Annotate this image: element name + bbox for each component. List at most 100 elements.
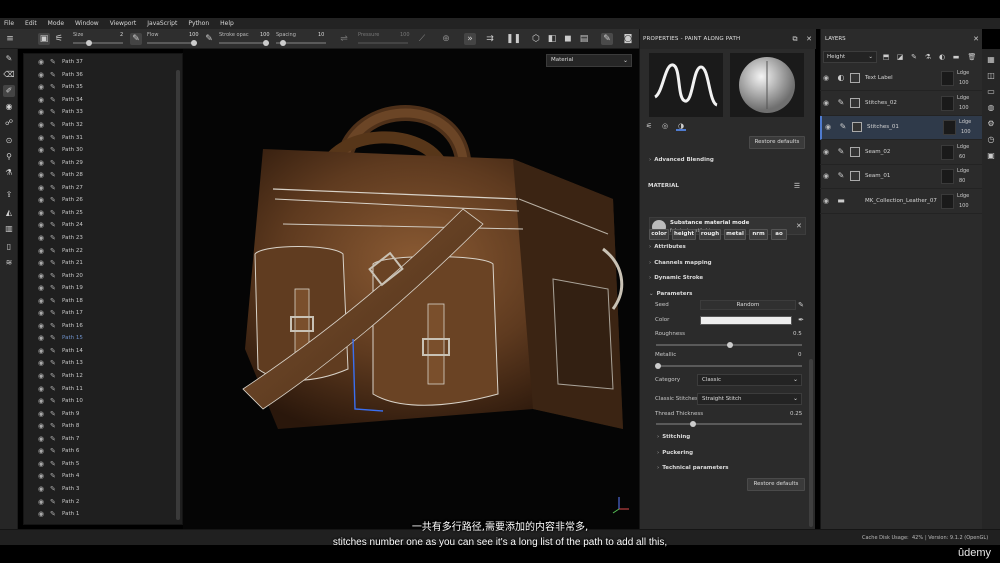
- path-list-item[interactable]: ◉ ✎ Path 8: [24, 420, 176, 433]
- cube-icon[interactable]: ⬡: [530, 33, 542, 45]
- remove-material-icon[interactable]: ✕: [796, 222, 802, 230]
- add-layer-icon[interactable]: ⬒: [881, 52, 891, 62]
- menu-file[interactable]: File: [4, 20, 14, 27]
- eye-icon[interactable]: ◉: [823, 197, 829, 205]
- path-list-item[interactable]: ◉ ✎ Path 6: [24, 445, 176, 458]
- channel-chip-height[interactable]: height: [672, 229, 696, 240]
- brush-icon[interactable]: ✎: [50, 121, 59, 129]
- menu-viewport[interactable]: Viewport: [110, 20, 137, 27]
- geometry-mask-icon[interactable]: ◭: [3, 207, 15, 219]
- brush-icon[interactable]: ✎: [50, 485, 59, 493]
- eye-icon[interactable]: ◉: [38, 385, 47, 393]
- path-list-item[interactable]: ◉ ✎ Path 19: [24, 282, 176, 295]
- dynamic-stroke-section[interactable]: › Dynamic Stroke: [649, 275, 703, 281]
- path-list-item[interactable]: ◉ ✎ Path 36: [24, 69, 176, 82]
- projection-tool-icon[interactable]: ✐: [3, 85, 15, 97]
- brush-icon[interactable]: ✎: [50, 359, 59, 367]
- eye-icon[interactable]: ◉: [38, 134, 47, 142]
- brush-icon[interactable]: ✎: [50, 96, 59, 104]
- eye-icon[interactable]: ◉: [38, 347, 47, 355]
- brush-icon[interactable]: ✎: [50, 234, 59, 242]
- brush-icon[interactable]: ✎: [50, 247, 59, 255]
- float-panel-icon[interactable]: ⧉: [790, 34, 800, 44]
- layer-blend-mode[interactable]: Ldge: [957, 70, 969, 76]
- menu-help[interactable]: Help: [220, 20, 234, 27]
- path-list-item[interactable]: ◉ ✎ Path 20: [24, 269, 176, 282]
- path-list-item[interactable]: ◉ ✎ Path 27: [24, 182, 176, 195]
- settings-sliders-icon[interactable]: ⚟: [53, 33, 65, 45]
- eye-icon[interactable]: ◉: [38, 422, 47, 430]
- eye-icon[interactable]: ◉: [823, 148, 829, 156]
- channels-mapping-section[interactable]: › Channels mapping: [649, 260, 712, 266]
- camera-icon[interactable]: ◼: [562, 33, 574, 45]
- uv-tool-icon[interactable]: ▥: [3, 223, 15, 235]
- symmetry-icon[interactable]: ▣: [38, 33, 50, 45]
- layer-thumbnail[interactable]: [941, 193, 954, 209]
- layer-blend-mode[interactable]: Ldge: [957, 95, 969, 101]
- layers-dock-icon[interactable]: ◫: [986, 71, 996, 81]
- path-list-item[interactable]: ◉ ✎ Path 14: [24, 345, 176, 358]
- eye-icon[interactable]: ◉: [38, 71, 47, 79]
- path-list-item[interactable]: ◉ ✎ Path 26: [24, 194, 176, 207]
- path-list-item[interactable]: ◉ ✎ Path 15: [24, 332, 176, 345]
- restore-defaults-button[interactable]: Restore defaults: [749, 136, 805, 149]
- path-list-item[interactable]: ◉ ✎ Path 17: [24, 307, 176, 320]
- layer-row[interactable]: ◉ ✎ Seam_01 Ldge 80: [820, 165, 982, 189]
- picker-tool-icon[interactable]: ⚲: [3, 151, 15, 163]
- eye-icon[interactable]: ◉: [38, 498, 47, 506]
- eye-icon[interactable]: ◉: [38, 209, 47, 217]
- layer-blend-mode[interactable]: Ldge: [957, 168, 969, 174]
- eye-icon[interactable]: ◉: [38, 272, 47, 280]
- technical-parameters-section[interactable]: › Technical parameters: [657, 465, 729, 471]
- brush-icon[interactable]: ✎: [50, 447, 59, 455]
- layer-row[interactable]: ◉ ✎ Seam_02 Ldge 60: [820, 141, 982, 165]
- size-slider-knob[interactable]: [86, 40, 93, 46]
- layer-thumbnail[interactable]: [941, 144, 954, 160]
- brush-icon[interactable]: ✎: [50, 272, 59, 280]
- size-slider[interactable]: [73, 40, 123, 46]
- path-list-item[interactable]: ◉ ✎ Path 30: [24, 144, 176, 157]
- eye-icon[interactable]: ◉: [38, 221, 47, 229]
- stroke-pen-icon[interactable]: ✎: [203, 33, 215, 45]
- document-icon[interactable]: ▯: [3, 241, 15, 253]
- eye-icon[interactable]: ◉: [38, 146, 47, 154]
- display-icon[interactable]: ▤: [578, 33, 590, 45]
- layer-row[interactable]: ◉ ✎ Stitches_02 Ldge 100: [820, 92, 982, 116]
- eye-icon[interactable]: ◉: [38, 96, 47, 104]
- category-dropdown[interactable]: Classic ⌄: [697, 374, 802, 386]
- close-icon[interactable]: ✕: [971, 34, 981, 44]
- flow-slider-knob[interactable]: [191, 40, 197, 46]
- layer-mask-thumbnail[interactable]: [850, 97, 860, 108]
- layer-mask-thumbnail[interactable]: [850, 171, 860, 181]
- alpha-tab-icon[interactable]: ◎: [660, 121, 670, 131]
- perspective-icon[interactable]: ◧: [546, 33, 558, 45]
- eye-icon[interactable]: ◉: [38, 472, 47, 480]
- eye-icon[interactable]: ◉: [825, 123, 831, 131]
- pressure-slider[interactable]: [358, 42, 408, 44]
- layer-opacity[interactable]: 80: [959, 178, 965, 184]
- layer-mask-thumbnail[interactable]: [852, 122, 862, 132]
- layer-row[interactable]: ◉ ▬ MK_Collection_Leather_07 Ldge 100: [820, 190, 982, 214]
- material-menu-icon[interactable]: ☰: [792, 181, 802, 191]
- brush-icon[interactable]: ✎: [50, 385, 59, 393]
- add-fill-layer-icon[interactable]: ◪: [895, 52, 905, 62]
- eye-icon[interactable]: ◉: [38, 485, 47, 493]
- brush-icon[interactable]: ✎: [50, 334, 59, 342]
- eye-icon[interactable]: ◉: [38, 397, 47, 405]
- channel-chip-color[interactable]: color: [649, 229, 669, 240]
- collapse-icon[interactable]: ⇉: [484, 33, 496, 45]
- add-folder-icon[interactable]: ▬: [951, 52, 961, 62]
- channel-chip-metal[interactable]: metal: [724, 229, 746, 240]
- channel-chip-ao[interactable]: ao: [771, 229, 787, 240]
- eye-icon[interactable]: ◉: [38, 234, 47, 242]
- eye-icon[interactable]: ◉: [38, 58, 47, 66]
- path-list-item[interactable]: ◉ ✎ Path 12: [24, 370, 176, 383]
- brush-icon[interactable]: ✎: [50, 284, 59, 292]
- eye-icon[interactable]: ◉: [38, 171, 47, 179]
- eye-icon[interactable]: ◉: [38, 309, 47, 317]
- menu-mode[interactable]: Mode: [48, 20, 64, 27]
- menu-python[interactable]: Python: [188, 20, 209, 27]
- path-list-item[interactable]: ◉ ✎ Path 25: [24, 207, 176, 220]
- layer-blend-mode[interactable]: Ldge: [957, 144, 969, 150]
- path-list-item[interactable]: ◉ ✎ Path 37: [24, 56, 176, 69]
